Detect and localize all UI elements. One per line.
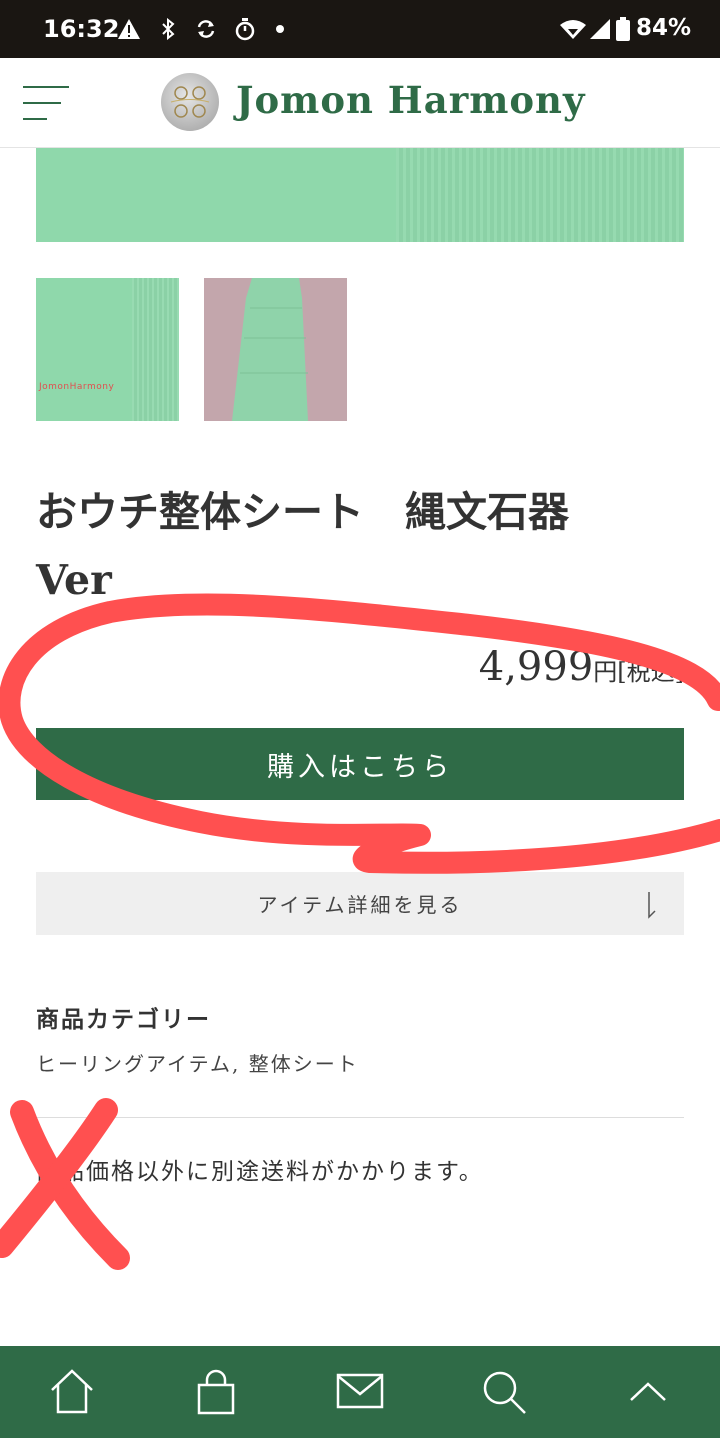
wifi-icon [559,14,587,44]
item-details-label: アイテム詳細を見る [257,893,463,917]
price-unit: 円[税込] [593,658,684,686]
search-icon[interactable] [474,1362,534,1422]
arrow-down-icon [648,892,656,919]
shopping-bag-icon[interactable] [186,1362,246,1422]
bottom-navigation [0,1346,720,1438]
status-time: 16:32 [43,15,120,43]
product-price: 4,999円[税込] [479,644,684,690]
status-bar: 16:32 84% [0,0,720,58]
thumbnail-watermark: JomonHarmony [39,382,115,392]
battery-percentage: 84% [636,15,692,41]
product-thumbnail-1[interactable]: JomonHarmony [36,278,179,421]
notification-dot-icon [274,14,286,44]
sync-icon [194,14,218,44]
hamburger-menu-icon[interactable] [20,82,72,124]
category-links[interactable]: ヒーリングアイテム, 整体シート [36,1048,359,1077]
buy-button[interactable]: 購入はこちら [36,728,684,800]
battery-icon [614,14,632,44]
chevron-up-icon[interactable] [618,1362,678,1422]
product-main-image[interactable] [36,148,684,242]
category-heading: 商品カテゴリー [36,1006,211,1033]
price-value: 4,999 [478,644,594,690]
product-title-line-1: おウチ整体シート 縄文石器 [36,488,569,536]
product-title-line-2: Ver [36,556,112,604]
divider [36,1117,684,1118]
site-logo[interactable] [161,73,219,131]
buy-button-label: 購入はこちら [267,751,453,783]
home-icon[interactable] [42,1362,102,1422]
product-thumbnail-2[interactable] [204,278,347,421]
bluetooth-icon [158,14,178,44]
site-title[interactable]: Jomon Harmony [236,78,585,122]
product-title: おウチ整体シート 縄文石器 Ver [36,478,684,614]
warning-icon [116,14,142,44]
site-header: Jomon Harmony [0,58,720,148]
mail-icon[interactable] [330,1362,390,1422]
timer-icon [233,14,257,44]
item-details-button[interactable]: アイテム詳細を見る [36,872,684,935]
signal-icon [588,14,612,44]
shipping-note: 商品価格以外に別途送料がかかります。 [36,1159,484,1185]
